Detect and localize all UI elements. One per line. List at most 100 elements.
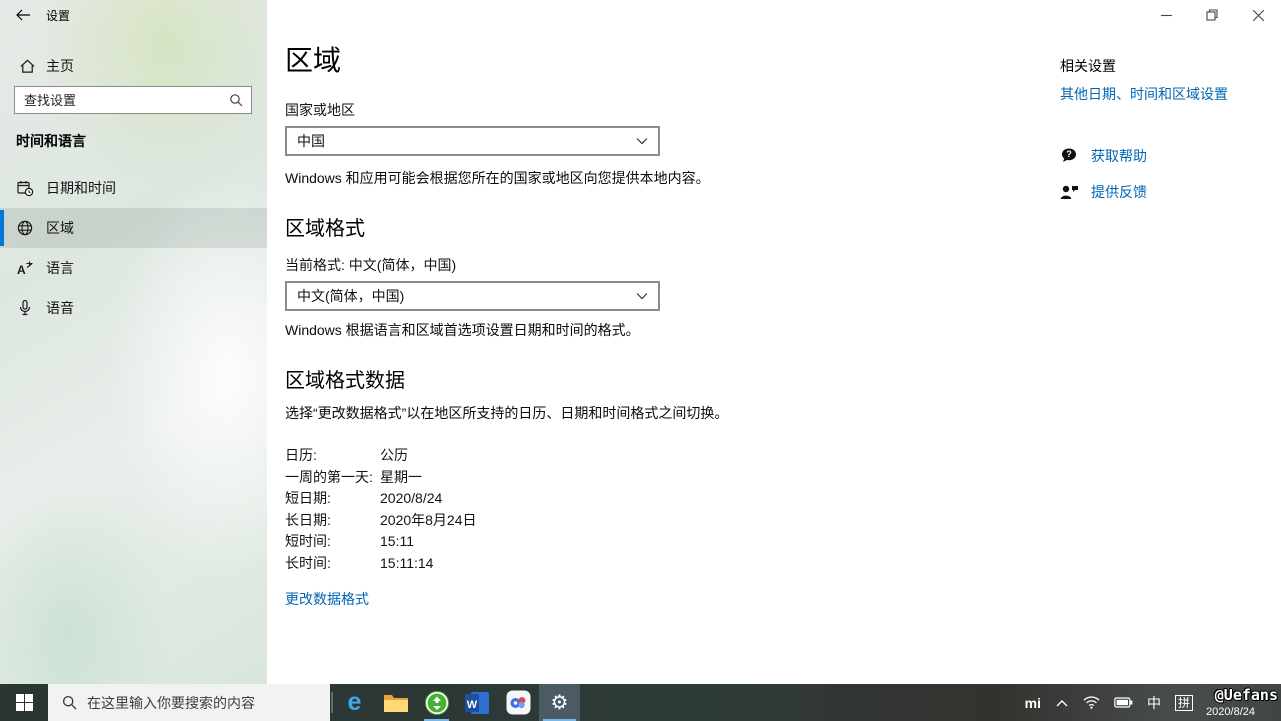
taskbar-netdisk-button[interactable]: [498, 684, 539, 721]
sidebar-item-label: 区域: [46, 220, 74, 236]
sidebar-nav: 日期和时间 区域 A 语言 语音: [0, 168, 267, 328]
netdisk-icon: [506, 690, 531, 715]
svg-text:W: W: [467, 699, 478, 711]
row-label: 短日期:: [285, 490, 331, 506]
sidebar-item-label: 语言: [46, 260, 74, 276]
microphone-icon: [16, 299, 34, 317]
taskbar-green-updown-app-button[interactable]: [416, 684, 457, 721]
table-row: 短时间: 15:11: [285, 531, 1281, 553]
format-data-description: 选择“更改数据格式”以在地区所支持的日历、日期和时间格式之间切换。: [285, 405, 729, 421]
row-label: 一周的第一天:: [285, 468, 373, 485]
row-value: 星期一: [380, 468, 422, 485]
calendar-clock-icon: [16, 179, 34, 197]
screen: 设置 主页 时间和语言 日期和: [0, 0, 1281, 721]
row-label: 长时间:: [285, 554, 331, 571]
wifi-icon[interactable]: [1083, 696, 1100, 709]
settings-window: 设置 主页 时间和语言 日期和: [0, 0, 1281, 684]
svg-text:?: ?: [1066, 149, 1072, 159]
battery-icon[interactable]: [1114, 697, 1133, 708]
window-controls: [1143, 0, 1281, 30]
green-arrows-app-icon: [424, 690, 450, 716]
taskbar-clock[interactable]: 2020/8/24: [1203, 684, 1269, 721]
sidebar-item-label: 日期和时间: [46, 180, 116, 196]
table-row: 日历: 公历: [285, 445, 1281, 467]
table-row: 长日期: 2020年8月24日: [285, 510, 1281, 532]
settings-search-input[interactable]: [15, 92, 229, 108]
sidebar-item-language[interactable]: A 语言: [0, 248, 267, 288]
sidebar-item-home[interactable]: 主页: [0, 48, 267, 84]
language-icon: A: [16, 259, 34, 277]
word-icon: W: [465, 691, 490, 715]
mi-tray-icon[interactable]: mi: [1025, 695, 1041, 711]
taskbar-divider: [331, 692, 333, 713]
input-language-indicator[interactable]: 中: [1147, 693, 1161, 713]
taskbar: e W: [0, 684, 1281, 721]
row-value: 15:11:14: [380, 554, 434, 571]
content-area: 区域 国家或地区 中国 Windows 和应用可能会根据您所在的国家或地区向您提…: [267, 0, 1281, 684]
taskbar-spacer: [580, 684, 1025, 721]
search-icon: [229, 93, 243, 107]
get-help-link[interactable]: 获取帮助: [1091, 146, 1147, 166]
windows-logo-icon: [15, 694, 33, 711]
restore-button[interactable]: [1189, 0, 1235, 30]
active-indicator: [0, 210, 4, 246]
globe-icon: [16, 219, 34, 237]
sidebar-item-speech[interactable]: 语音: [0, 288, 267, 328]
sidebar-item-date-time[interactable]: 日期和时间: [0, 168, 267, 208]
feedback-row[interactable]: 提供反馈: [1060, 182, 1281, 202]
back-button[interactable]: [8, 3, 38, 27]
taskbar-search-box[interactable]: [48, 684, 330, 721]
sidebar-section-header: 时间和语言: [16, 133, 86, 149]
minimize-button[interactable]: [1143, 0, 1189, 30]
row-value: 公历: [380, 447, 408, 463]
format-description: Windows 根据语言和区域首选项设置日期和时间的格式。: [285, 322, 640, 338]
taskbar-settings-button[interactable]: ⚙: [539, 684, 580, 721]
row-value: 2020年8月24日: [380, 511, 477, 528]
country-dropdown[interactable]: 中国: [285, 126, 660, 156]
related-settings-panel: 相关设置 其他日期、时间和区域设置 ? 获取帮助 提供反馈: [1060, 56, 1281, 202]
home-icon: [18, 57, 36, 75]
system-tray: mi 中 拼: [1025, 684, 1203, 721]
format-dropdown[interactable]: 中文(简体，中国): [285, 281, 660, 311]
table-row: 一周的第一天: 星期一: [285, 467, 1281, 489]
related-settings-heading: 相关设置: [1060, 58, 1116, 74]
row-label: 日历:: [285, 447, 317, 463]
hidden-icons-chevron[interactable]: [1055, 698, 1069, 708]
sidebar-item-region[interactable]: 区域: [0, 208, 267, 248]
table-row: 长时间: 15:11:14: [285, 553, 1281, 575]
taskbar-file-explorer-button[interactable]: [375, 684, 416, 721]
current-format-label: 当前格式: 中文(简体，中国): [285, 257, 457, 273]
edge-icon: e: [347, 688, 362, 716]
taskbar-date: 2020/8/24: [1206, 706, 1255, 718]
table-row: 短日期: 2020/8/24: [285, 488, 1281, 510]
help-chat-icon: ?: [1060, 147, 1079, 165]
chevron-down-icon: [636, 293, 648, 300]
taskbar-search-input[interactable]: [87, 694, 330, 711]
row-label: 长日期:: [285, 511, 331, 528]
country-dropdown-value: 中国: [297, 133, 325, 149]
taskbar-apps: e W ⚙: [334, 684, 580, 721]
format-data-table: 日历: 公历 一周的第一天: 星期一 短日期: 2020/8/24 长日期: 2020年…: [285, 445, 1281, 574]
row-label: 短时间:: [285, 533, 331, 549]
close-button[interactable]: [1235, 0, 1281, 30]
sidebar: 设置 主页 时间和语言 日期和: [0, 0, 267, 684]
sidebar-home-label: 主页: [46, 58, 74, 74]
get-help-row[interactable]: ? 获取帮助: [1060, 146, 1281, 166]
change-data-format-link[interactable]: 更改数据格式: [285, 589, 369, 609]
region-format-heading: 区域格式: [285, 218, 365, 240]
back-arrow-icon: [16, 9, 30, 21]
other-datetime-region-settings-link[interactable]: 其他日期、时间和区域设置: [1060, 85, 1281, 104]
start-button[interactable]: [0, 684, 48, 721]
row-value: 2020/8/24: [380, 490, 443, 506]
pinyin-ime-icon[interactable]: 拼: [1174, 694, 1193, 711]
gear-icon: ⚙: [550, 691, 569, 714]
taskbar-edge-button[interactable]: e: [334, 684, 375, 721]
send-feedback-link[interactable]: 提供反馈: [1091, 182, 1147, 202]
settings-search-box[interactable]: [14, 86, 252, 114]
format-dropdown-value: 中文(简体，中国): [297, 288, 405, 304]
search-icon: [62, 695, 77, 710]
taskbar-word-button[interactable]: W: [457, 684, 498, 721]
svg-text:A: A: [17, 263, 26, 277]
sidebar-item-label: 语音: [46, 300, 74, 316]
chevron-down-icon: [636, 138, 648, 145]
